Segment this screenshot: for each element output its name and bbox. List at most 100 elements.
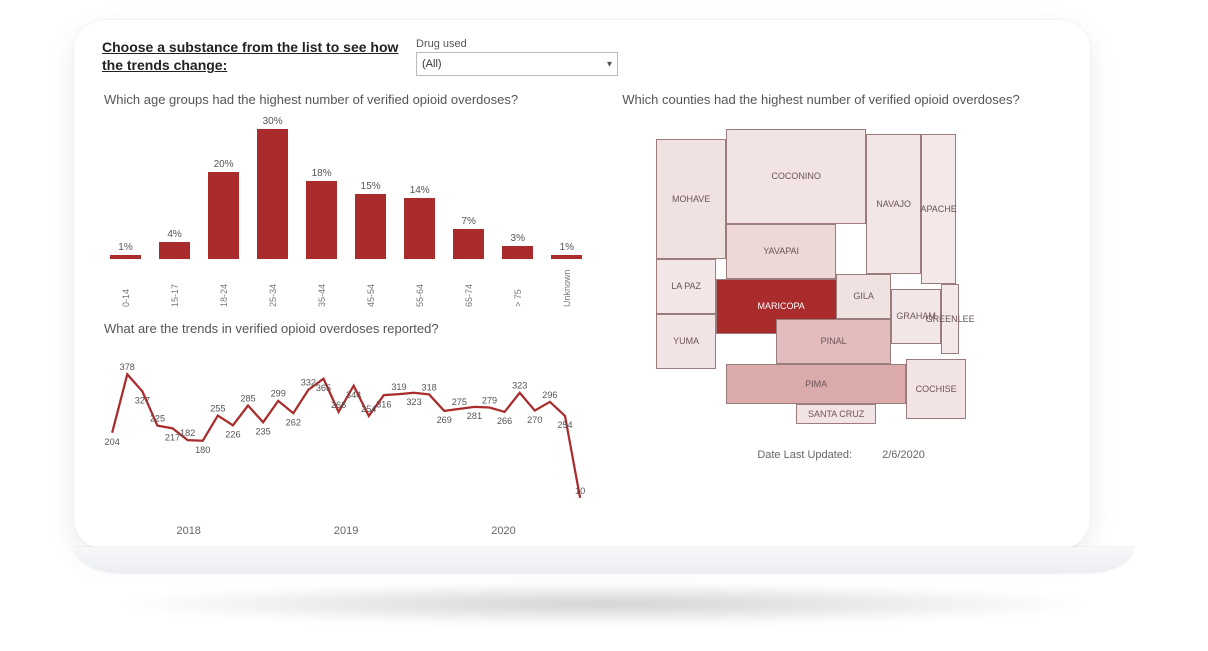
trend-point-label: 266 — [331, 400, 346, 410]
trend-point-label: 279 — [482, 395, 497, 405]
bar-category-label: 0-14 — [121, 263, 131, 307]
bar-rect — [208, 172, 239, 259]
trend-point-label: 327 — [135, 395, 150, 405]
trend-point-label: 217 — [165, 432, 180, 442]
trend-point-label: 266 — [497, 416, 512, 426]
trend-point-label: 255 — [210, 403, 225, 413]
bar-col: 15%45-54 — [351, 181, 390, 307]
trend-point-label: 262 — [286, 417, 301, 427]
trend-point-label: 269 — [437, 415, 452, 425]
trend-point-label: 225 — [150, 413, 165, 423]
county-santa-cruz[interactable]: SANTA CRUZ — [796, 404, 876, 424]
bar-rect — [551, 255, 582, 259]
bar-value-label: 4% — [167, 229, 181, 240]
trend-point-label: 323 — [512, 380, 527, 390]
update-value: 2/6/2020 — [882, 449, 925, 461]
bar-category-label: 25-34 — [268, 263, 278, 307]
county-greenlee[interactable]: GREENLEE — [941, 284, 959, 354]
trend-point-label: 226 — [225, 429, 240, 439]
drug-filter: Drug used (All) ▾ — [416, 38, 618, 76]
county-pinal[interactable]: PINAL — [776, 319, 891, 364]
bar-rect — [453, 229, 484, 259]
bar-value-label: 14% — [410, 185, 430, 196]
county-gila[interactable]: GILA — [836, 274, 891, 319]
trend-point-label: 323 — [406, 397, 421, 407]
bar-value-label: 1% — [118, 242, 132, 253]
laptop-shadow — [104, 583, 1104, 625]
bar-category-label: 55-64 — [415, 263, 425, 307]
trend-point-label: 254 — [361, 404, 376, 414]
bar-rect — [257, 129, 288, 259]
dashboard-frame: Choose a substance from the list to see … — [74, 20, 1090, 549]
trend-point-label: 275 — [452, 397, 467, 407]
chevron-down-icon: ▾ — [607, 59, 612, 70]
trend-point-label: 285 — [240, 393, 255, 403]
trend-point-label: 254 — [557, 420, 572, 430]
trend-x-axis: 201820192020 — [102, 525, 590, 537]
trend-point-label: 365 — [316, 383, 331, 393]
trend-point-label: 182 — [180, 428, 195, 438]
bar-rect — [306, 181, 337, 259]
trend-point-label: 299 — [271, 389, 286, 399]
trend-point-label: 378 — [120, 362, 135, 372]
drug-filter-select[interactable]: (All) ▾ — [416, 52, 618, 76]
bar-rect — [159, 242, 190, 259]
bar-value-label: 20% — [214, 159, 234, 170]
county-apache[interactable]: APACHE — [921, 134, 956, 284]
bar-rect — [110, 255, 141, 259]
county-coconino[interactable]: COCONINO — [726, 129, 866, 224]
top-row: Choose a substance from the list to see … — [102, 38, 1062, 76]
bar-col: 7% 65-74 — [449, 216, 488, 307]
laptop-base — [74, 547, 1134, 573]
trend-point-label: 296 — [542, 390, 557, 400]
bar-category-label: 18-24 — [219, 263, 229, 307]
trend-point-label: 332 — [301, 377, 316, 387]
drug-filter-value: (All) — [422, 58, 442, 70]
bar-value-label: 18% — [312, 168, 332, 179]
trend-chart-title: What are the trends in verified opioid o… — [104, 321, 590, 338]
trend-line-svg: 204 378 327225217182180 255 226 285 235 299 262 3… — [102, 346, 590, 516]
age-bar-chart: 1%0-144%15-1720%18-2430%25-3418%35-4415%… — [102, 117, 590, 307]
bar-value-label: 3% — [511, 233, 525, 244]
bar-col: 1% 0-14 — [106, 242, 145, 307]
bar-value-label: 1% — [560, 242, 574, 253]
bar-col: 1% Unknown — [547, 242, 586, 307]
bar-category-label: 45-54 — [366, 263, 376, 307]
bar-rect — [404, 198, 435, 259]
update-label: Date Last Updated: — [757, 449, 852, 461]
county-la-paz[interactable]: LA PAZ — [656, 259, 716, 314]
trend-x-tick: 2020 — [491, 525, 515, 537]
county-map: MOHAVECOCONINONAVAJOAPACHEYAVAPAILA PAZM… — [656, 129, 1026, 429]
bar-col: 20% 18-24 — [204, 159, 243, 307]
trend-point-label: 319 — [391, 382, 406, 392]
bar-rect — [355, 194, 386, 259]
county-pima[interactable]: PIMA — [726, 364, 906, 404]
trend-point-label: 281 — [467, 411, 482, 421]
trend-point-label: 344 — [346, 390, 361, 400]
bar-col: 3% > 75 — [498, 233, 537, 307]
bar-category-label: Unknown — [562, 263, 572, 307]
county-yuma[interactable]: YUMA — [656, 314, 716, 369]
drug-filter-label: Drug used — [416, 38, 618, 50]
trend-point-label: 180 — [195, 445, 210, 455]
county-mohave[interactable]: MOHAVE — [656, 139, 726, 259]
county-chart-title: Which counties had the highest number of… — [622, 92, 1062, 109]
age-chart-title: Which age groups had the highest number … — [104, 92, 590, 109]
county-cochise[interactable]: COCHISE — [906, 359, 966, 419]
trend-point-label: 10 — [575, 486, 585, 496]
trend-line-chart: 204 378 327225217182180 255 226 285 235 299 262 3… — [102, 346, 590, 537]
bar-category-label: > 75 — [513, 263, 523, 307]
bar-category-label: 35-44 — [317, 263, 327, 307]
prompt-text: Choose a substance from the list to see … — [102, 38, 402, 74]
county-navajo[interactable]: NAVAJO — [866, 134, 921, 274]
trend-point-label: 204 — [105, 437, 120, 447]
trend-point-label: 235 — [255, 426, 270, 436]
bar-rect — [502, 246, 533, 259]
bar-value-label: 7% — [462, 216, 476, 227]
trend-point-label: 316 — [376, 399, 391, 409]
bar-category-label: 65-74 — [464, 263, 474, 307]
update-footer: Date Last Updated: 2/6/2020 — [620, 449, 1062, 461]
trend-point-label: 318 — [422, 382, 437, 392]
county-yavapai[interactable]: YAVAPAI — [726, 224, 836, 279]
trend-point-label: 270 — [527, 415, 542, 425]
